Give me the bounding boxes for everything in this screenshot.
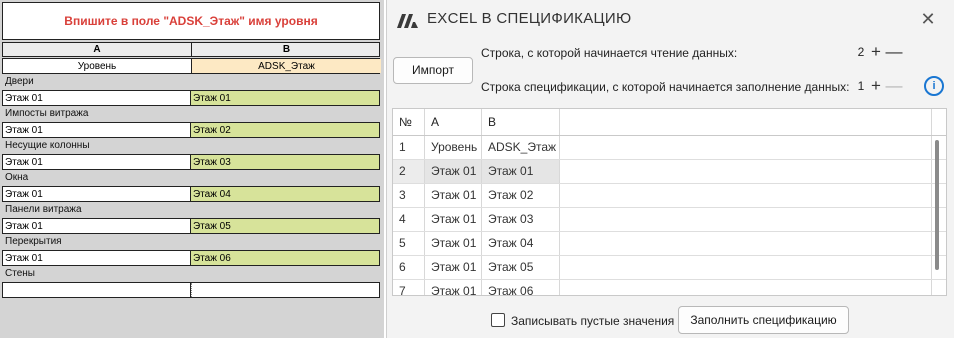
table-cell[interactable]: ADSK_Этаж (482, 136, 560, 159)
plus-icon[interactable]: + (867, 76, 885, 96)
table-row[interactable]: 6 Этаж 01 Этаж 05 (393, 256, 946, 280)
read-row-label: Строка, с которой начинается чтение данн… (481, 46, 738, 60)
table-cell[interactable] (560, 184, 932, 207)
table-cell[interactable] (560, 232, 932, 255)
minus-icon[interactable]: — (885, 42, 903, 62)
column-header[interactable]: A (425, 109, 482, 135)
cell-floor[interactable]: Этаж 03 (191, 155, 379, 169)
fill-schedule-button[interactable]: Заполнить спецификацию (678, 306, 849, 334)
cell-floor[interactable]: Этаж 06 (191, 251, 379, 265)
app-logo-icon (397, 14, 418, 28)
table-cell[interactable] (560, 256, 932, 279)
group-label: Перекрытия (2, 235, 380, 249)
table-header: № A B (393, 109, 946, 136)
write-empty-label[interactable]: Записывать пустые значения (511, 314, 674, 328)
group-label: Стены (2, 267, 380, 281)
row-number: 7 (393, 280, 425, 295)
row-number: 1 (393, 136, 425, 159)
data-row: Этаж 01 Этаж 01 (2, 90, 380, 106)
table-cell[interactable]: Этаж 01 (425, 280, 482, 295)
info-icon[interactable]: i (924, 76, 944, 96)
row-number: 2 (393, 160, 425, 183)
group-label: Окна (2, 171, 380, 185)
row-number: 6 (393, 256, 425, 279)
excel-sheet: Впишите в поле "ADSK_Этаж" имя уровня A … (0, 0, 384, 338)
data-row (2, 282, 380, 298)
data-row: Этаж 01 Этаж 06 (2, 250, 380, 266)
read-row-stepper: 2 + — (855, 41, 903, 63)
vertical-scrollbar[interactable] (935, 140, 939, 270)
header-adsk-floor[interactable]: ADSK_Этаж (192, 59, 381, 73)
cell-floor[interactable]: Этаж 05 (191, 219, 379, 233)
row-number: 3 (393, 184, 425, 207)
fill-row-stepper: 1 + — (855, 75, 903, 97)
table-cell[interactable]: Этаж 02 (482, 184, 560, 207)
table-row[interactable]: 7 Этаж 01 Этаж 06 (393, 280, 946, 295)
table-row[interactable]: 4 Этаж 01 Этаж 03 (393, 208, 946, 232)
column-header[interactable]: № (393, 109, 425, 135)
table-cell[interactable]: Этаж 01 (482, 160, 560, 183)
group-label: Импосты витража (2, 107, 380, 121)
import-button[interactable]: Импорт (393, 57, 473, 84)
column-letters-row: A B (2, 42, 380, 57)
dialog-title: EXCEL В СПЕЦИФИКАЦИЮ (427, 10, 632, 27)
cell-level[interactable]: Этаж 01 (3, 187, 191, 201)
table-row[interactable]: 1 Уровень ADSK_Этаж (393, 136, 946, 160)
table-cell[interactable]: Этаж 03 (482, 208, 560, 231)
data-row: Этаж 01 Этаж 02 (2, 122, 380, 138)
group-label: Панели витража (2, 203, 380, 217)
column-header-row: Уровень ADSK_Этаж (2, 58, 381, 74)
plus-icon[interactable]: + (867, 42, 885, 62)
group-label: Двери (2, 75, 380, 89)
cell-level[interactable]: Этаж 01 (3, 123, 191, 137)
close-icon[interactable]: ✕ (917, 9, 939, 29)
table-cell[interactable]: Этаж 01 (425, 160, 482, 183)
table-cell[interactable]: Этаж 01 (425, 232, 482, 255)
cell-level[interactable]: Этаж 01 (3, 219, 191, 233)
cell-floor[interactable]: Этаж 04 (191, 187, 379, 201)
cell-floor[interactable]: Этаж 01 (191, 91, 379, 105)
excel-to-schedule-dialog: EXCEL В СПЕЦИФИКАЦИЮ ✕ Импорт Строка, с … (386, 0, 954, 338)
cell-level[interactable]: Этаж 01 (3, 91, 191, 105)
table-cell[interactable]: Этаж 01 (425, 184, 482, 207)
row-number: 5 (393, 232, 425, 255)
cell-level[interactable]: Этаж 01 (3, 251, 191, 265)
table-cell[interactable]: Этаж 01 (425, 208, 482, 231)
table-row[interactable]: 3 Этаж 01 Этаж 02 (393, 184, 946, 208)
minus-icon: — (885, 76, 903, 95)
table-cell[interactable] (560, 208, 932, 231)
write-empty-checkbox[interactable] (491, 313, 505, 327)
table-cell[interactable] (560, 280, 932, 295)
data-row: Этаж 01 Этаж 04 (2, 186, 380, 202)
table-row[interactable]: 5 Этаж 01 Этаж 04 (393, 232, 946, 256)
table-cell[interactable] (560, 160, 932, 183)
table-cell[interactable]: Этаж 05 (482, 256, 560, 279)
cell-floor[interactable]: Этаж 02 (191, 123, 379, 137)
group-label: Несущие колонны (2, 139, 380, 153)
cell-level[interactable]: Этаж 01 (3, 155, 191, 169)
cell-level[interactable] (3, 283, 191, 297)
table-row[interactable]: 2 Этаж 01 Этаж 01 (393, 160, 946, 184)
fill-row-label: Строка спецификации, с которой начинаетс… (481, 80, 850, 94)
instruction-banner: Впишите в поле "ADSK_Этаж" имя уровня (2, 2, 380, 40)
cell-floor[interactable] (191, 283, 379, 297)
column-letter-a[interactable]: A (3, 43, 192, 56)
preview-table: № A B 1 Уровень ADSK_Этаж 2 Этаж 01 Этаж… (392, 108, 947, 296)
column-header[interactable]: B (482, 109, 560, 135)
read-row-value[interactable]: 2 (855, 45, 867, 59)
fill-row-value[interactable]: 1 (855, 79, 867, 93)
table-cell[interactable]: Этаж 06 (482, 280, 560, 295)
table-cell[interactable]: Этаж 04 (482, 232, 560, 255)
data-row: Этаж 01 Этаж 05 (2, 218, 380, 234)
row-number: 4 (393, 208, 425, 231)
header-level[interactable]: Уровень (3, 59, 192, 73)
column-letter-b[interactable]: B (192, 43, 381, 56)
column-header[interactable] (560, 109, 932, 135)
data-row: Этаж 01 Этаж 03 (2, 154, 380, 170)
table-cell[interactable]: Уровень (425, 136, 482, 159)
table-cell[interactable]: Этаж 01 (425, 256, 482, 279)
table-cell[interactable] (560, 136, 932, 159)
